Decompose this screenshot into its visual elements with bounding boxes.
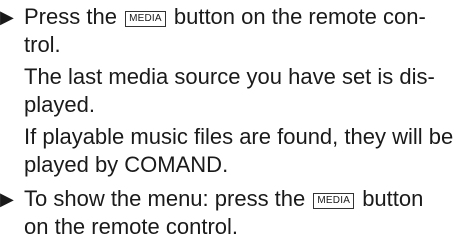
step-2-line-2: on the remote control. xyxy=(24,214,239,239)
step-2-line-1: To show the menu: press the MEDIA button xyxy=(24,185,423,213)
result-2-line-2: played by COMAND. xyxy=(24,152,229,177)
step-1-text-after-key: button on the remote con- xyxy=(173,4,426,29)
step-1-bullet-icon: ▶ xyxy=(0,7,14,27)
step-1-line-1: Press the MEDIA button on the remote con… xyxy=(24,3,426,31)
step-1-line-2: trol. xyxy=(24,32,61,57)
media-key-icon: MEDIA xyxy=(313,193,355,209)
step-2-text-after-key: button xyxy=(362,186,424,211)
result-2-line-1: If playable music files are found, they … xyxy=(24,124,454,149)
step-1-text-before-key: Press the xyxy=(24,4,117,29)
result-1-line-2: played. xyxy=(24,92,95,117)
step-2-bullet-icon: ▶ xyxy=(0,189,14,209)
media-key-icon: MEDIA xyxy=(125,11,166,27)
result-1-line-1: The last media source you have set is di… xyxy=(24,64,435,89)
step-2-text-before-key: To show the menu: press the xyxy=(24,186,306,211)
manual-page: ▶ Press the MEDIA button on the remote c… xyxy=(0,0,461,246)
